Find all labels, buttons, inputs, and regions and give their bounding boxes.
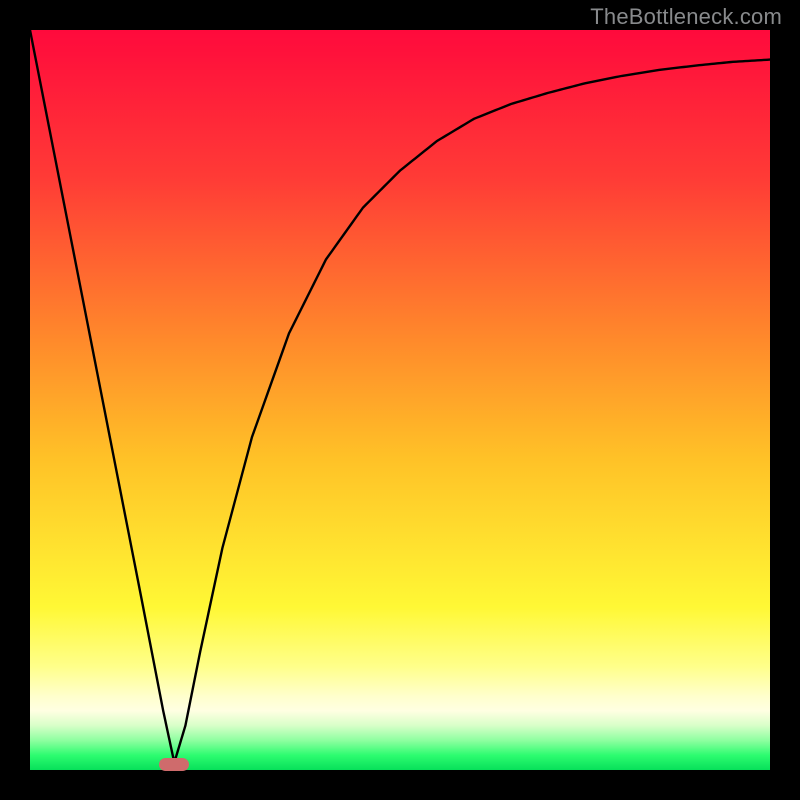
watermark: TheBottleneck.com xyxy=(590,4,782,30)
chart-frame: TheBottleneck.com xyxy=(0,0,800,800)
bottleneck-curve xyxy=(30,30,770,763)
plot-area xyxy=(30,30,770,770)
optimum-marker xyxy=(159,758,189,771)
curve-svg xyxy=(30,30,770,770)
